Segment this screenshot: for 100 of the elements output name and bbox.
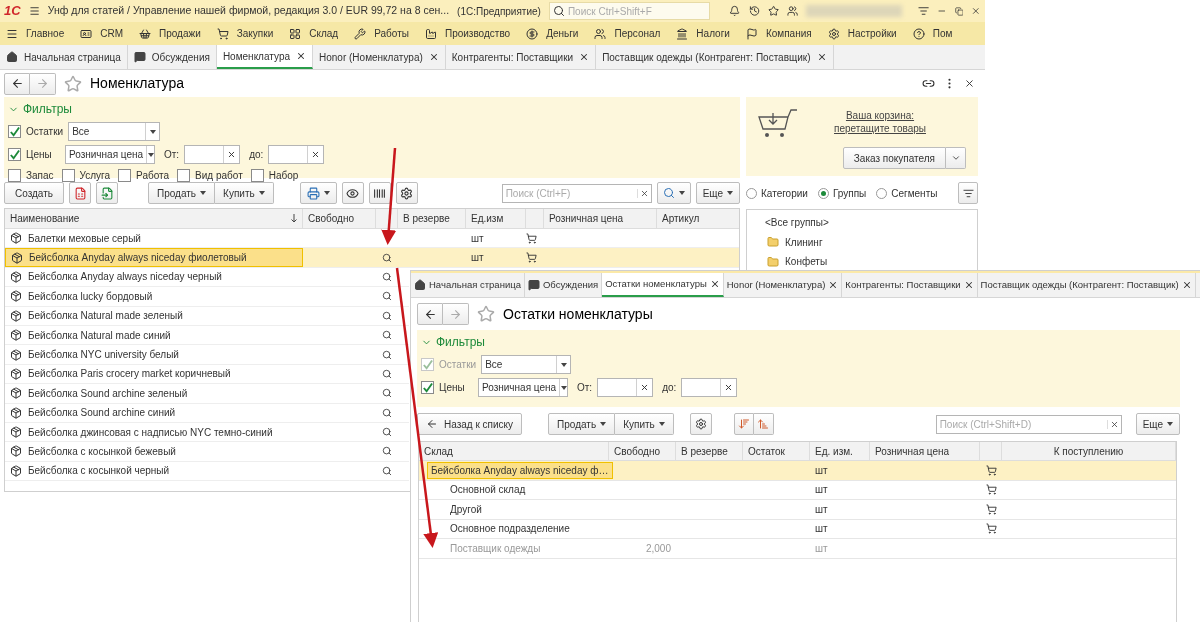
table-row[interactable]: Бейсболка Sound archine зеленый bbox=[5, 384, 409, 404]
table-cell-text: шт bbox=[471, 251, 484, 266]
sell-button[interactable]: Продать bbox=[148, 182, 216, 204]
filter-label: Остатки bbox=[26, 125, 64, 139]
table-row[interactable]: Бейсболка Natural made синий bbox=[5, 325, 409, 346]
column-header[interactable]: Ед.изм bbox=[466, 209, 526, 228]
column-header[interactable]: Розничная цена bbox=[544, 209, 657, 228]
dropdown-field[interactable]: Все bbox=[68, 122, 161, 141]
filter-label: Цены bbox=[439, 381, 466, 395]
from-label: От: bbox=[164, 148, 180, 162]
table-row[interactable]: Бейсболка Paris crocery market коричневый bbox=[5, 364, 409, 385]
tab[interactable]: Остатки номенклатуры bbox=[602, 273, 724, 297]
table-cell: Бейсболка Anyday always niceday ф… bbox=[427, 461, 613, 479]
filter-label: Запас bbox=[26, 169, 54, 183]
table-cell-text: Бейсболка Natural made синий bbox=[28, 328, 171, 343]
table-cell-text: Основное подразделение bbox=[449, 522, 570, 537]
dropdown-field[interactable]: Розничная цена bbox=[478, 378, 568, 397]
section-item[interactable]: Пом bbox=[912, 26, 953, 41]
column-header[interactable]: Артикул bbox=[657, 209, 739, 228]
column-header[interactable]: В резерве bbox=[398, 209, 466, 228]
back-to-list-button[interactable]: Назад к списку bbox=[417, 413, 523, 435]
column-header[interactable]: Ед. изм. bbox=[810, 442, 870, 460]
filters-heading[interactable]: Фильтры bbox=[23, 100, 72, 118]
sell-button[interactable]: Продать bbox=[548, 413, 616, 435]
table-cell-text: Бейсболка с косынкой черный bbox=[28, 464, 170, 479]
more-button[interactable]: Еще bbox=[1135, 413, 1180, 435]
table-row[interactable]: Бейсболка Natural made зеленый bbox=[5, 306, 409, 326]
table-row[interactable]: Бейсболка с косынкой черный bbox=[5, 461, 409, 482]
section-item[interactable]: Закупки bbox=[216, 26, 274, 41]
table-cell-text: Бейсболка Natural made зеленый bbox=[28, 309, 183, 324]
filter-label: Услуга bbox=[79, 169, 111, 183]
table-cell-text: 2,000 bbox=[645, 541, 671, 556]
create-button[interactable]: Создать bbox=[4, 182, 64, 204]
filter-label: Работа bbox=[136, 169, 170, 183]
section-item[interactable]: CRM bbox=[80, 26, 123, 41]
table-row[interactable]: Основное подразделение шт bbox=[419, 519, 1176, 539]
filter-label: Вид работ bbox=[195, 169, 243, 183]
section-item[interactable]: Настройки bbox=[827, 26, 897, 41]
radio-label: Группы bbox=[832, 186, 867, 201]
column-header[interactable]: К поступлению bbox=[1002, 442, 1176, 460]
table-row[interactable]: Бейсболка NYC university белый bbox=[5, 345, 409, 365]
app-name: (1С:Предприятие) bbox=[457, 4, 541, 19]
table-row[interactable]: Бейсболка Anyday always niceday черный bbox=[5, 267, 409, 288]
column-header[interactable]: Розничная цена bbox=[870, 442, 980, 460]
table-cell-text: Бейсболка NYC university белый bbox=[28, 348, 179, 363]
radio-label: Категории bbox=[761, 186, 808, 201]
basket-link[interactable]: Ваша корзина: перетащите товары bbox=[830, 109, 930, 135]
buy-button[interactable]: Купить bbox=[215, 182, 274, 204]
filters-heading[interactable]: Фильтры bbox=[436, 333, 485, 351]
filter-label: Набор bbox=[268, 169, 299, 183]
column-header[interactable]: Наименование bbox=[5, 209, 303, 228]
group-item[interactable]: Клининг bbox=[747, 232, 977, 252]
section-item[interactable]: Склад bbox=[289, 26, 339, 41]
table-row[interactable]: Бейсболка с косынкой бежевый bbox=[5, 442, 409, 462]
section-item[interactable]: Компания bbox=[745, 26, 812, 41]
more-button[interactable]: Еще bbox=[695, 182, 740, 204]
column-header[interactable]: В резерве bbox=[676, 442, 743, 460]
table-cell-text: шт bbox=[471, 231, 484, 246]
section-item[interactable]: Производство bbox=[424, 26, 511, 41]
dropdown-field[interactable]: Розничная цена bbox=[65, 145, 155, 164]
table-cell-text: шт bbox=[815, 483, 828, 498]
table-row[interactable]: Бейсболка Anyday always niceday фиолетовый шт bbox=[5, 248, 739, 268]
to-label: до: bbox=[662, 381, 677, 395]
column-header[interactable]: Свободно bbox=[303, 209, 376, 228]
table-row[interactable]: Бейсболка джинсовая с надписью NYC темно-синий bbox=[5, 422, 409, 443]
section-item[interactable]: Работы bbox=[354, 26, 409, 41]
table-row[interactable]: Бейсболка lucky бордовый bbox=[5, 287, 409, 307]
order-button[interactable]: Заказ покупателя bbox=[842, 147, 946, 169]
table-cell-text: Бейсболка Sound archine синий bbox=[28, 406, 176, 421]
column-header[interactable]: Остаток bbox=[743, 442, 810, 460]
table-cell-text: Бейсболка джинсовая с надписью NYC темно-синий bbox=[28, 425, 273, 440]
table-cell-text: Бейсболка Paris crocery market коричневый bbox=[28, 367, 231, 382]
column-header[interactable]: Свободно bbox=[609, 442, 676, 460]
table-cell-text: шт bbox=[815, 463, 828, 478]
group-item[interactable]: Конфеты bbox=[747, 252, 977, 272]
buy-button[interactable]: Купить bbox=[615, 413, 674, 435]
table-cell-text: шт bbox=[815, 522, 828, 537]
table-cell-text: Бейсболка Anyday always niceday черный bbox=[28, 270, 222, 285]
group-item[interactable]: <Все группы> bbox=[747, 213, 977, 233]
from-label: От: bbox=[577, 381, 593, 395]
table-cell-text: шт bbox=[815, 502, 828, 517]
tab[interactable]: Номенклатура bbox=[216, 45, 313, 69]
table-cell-text: Бейсболка с косынкой бежевый bbox=[28, 445, 176, 459]
section-item[interactable]: Главное bbox=[6, 26, 65, 41]
section-item[interactable]: Продажи bbox=[139, 26, 201, 41]
section-item[interactable]: Деньги bbox=[526, 26, 579, 41]
table-row[interactable]: Бейсболка Sound archine синий bbox=[5, 403, 409, 423]
section-item[interactable]: Налоги bbox=[676, 26, 730, 41]
table-row[interactable]: Бейсболка Anyday always niceday ф… шт bbox=[419, 461, 1176, 481]
table-cell-text: Поставщик одежды bbox=[449, 541, 541, 556]
column-header[interactable]: Склад bbox=[419, 442, 609, 460]
window-title: Унф для статей / Управление нашей фирмой, редакция 3.0 / EUR 99,72 на 8 сен... bbox=[47, 3, 450, 19]
table-row[interactable]: Другой шт bbox=[419, 500, 1176, 520]
to-label: до: bbox=[249, 148, 264, 162]
table-row[interactable]: Основной склад шт bbox=[419, 480, 1176, 500]
table-cell-text: Другой bbox=[449, 502, 482, 517]
section-item[interactable]: Персонал bbox=[594, 26, 661, 41]
table-cell-text: шт bbox=[815, 541, 828, 556]
table-cell-text: Бейсболка lucky бордовый bbox=[28, 289, 153, 304]
logo: 1С bbox=[4, 2, 21, 21]
